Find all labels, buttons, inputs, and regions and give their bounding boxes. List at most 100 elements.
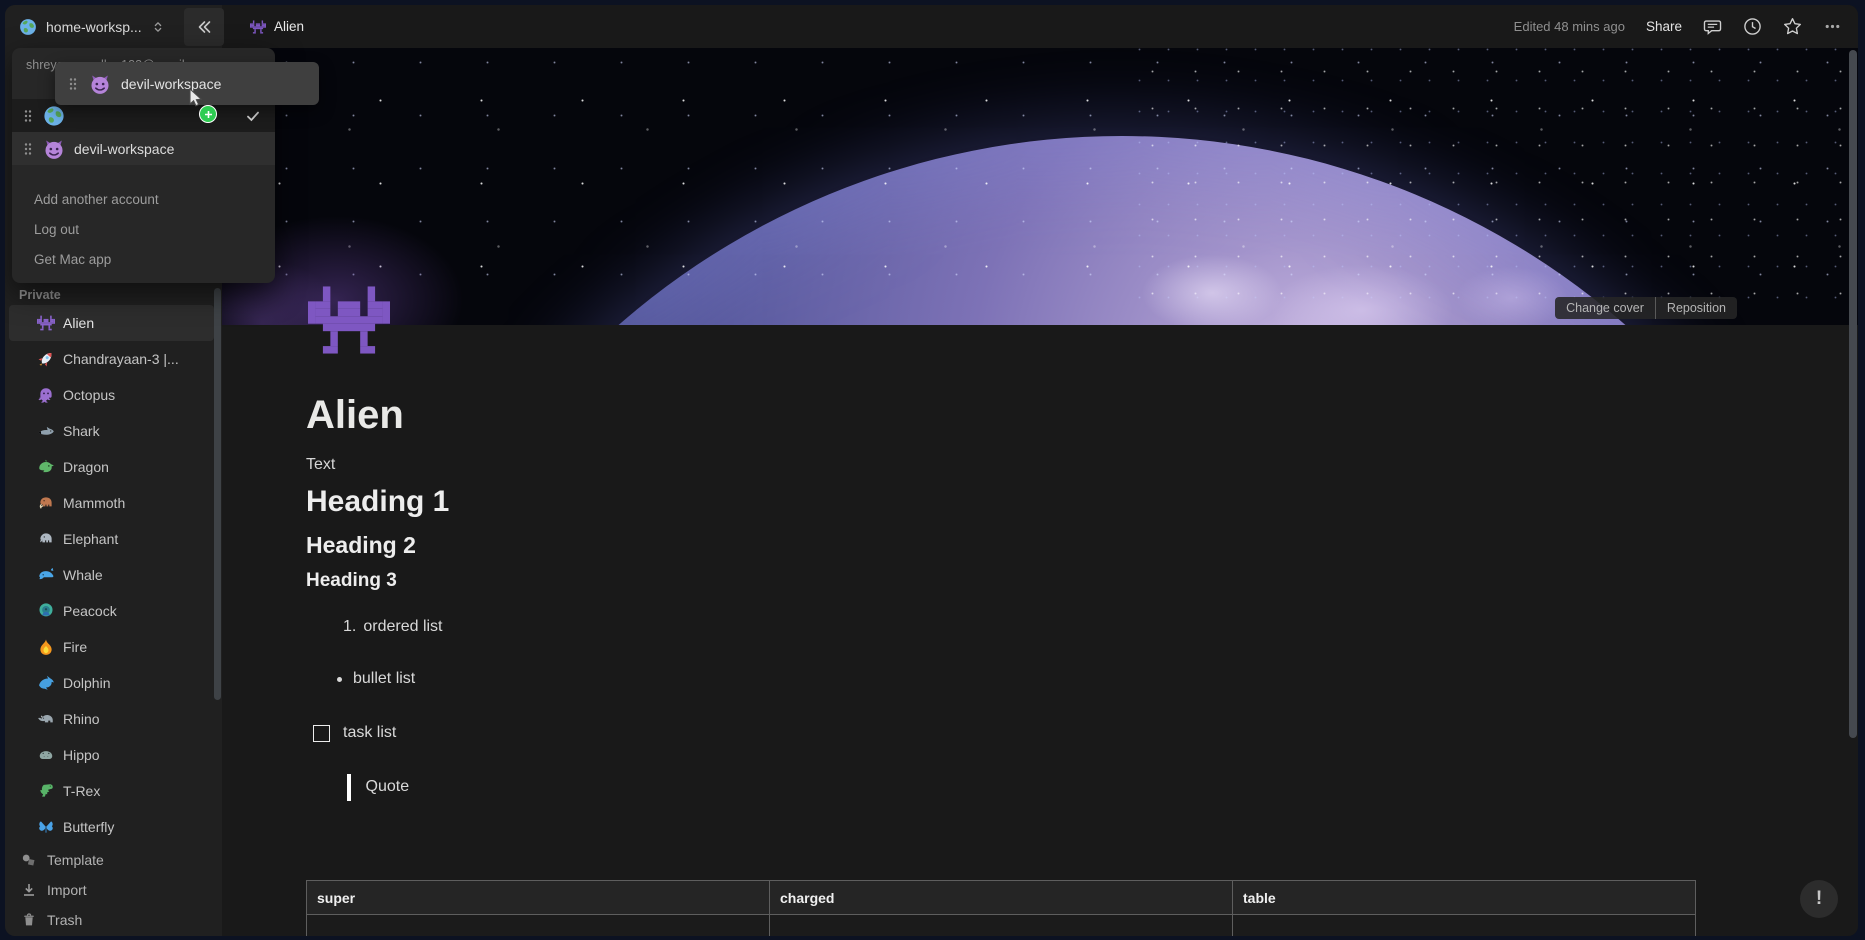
table-header-cell[interactable]: super [306,880,770,915]
sidebar-page-fire[interactable]: Fire [9,629,214,665]
page-icon-alien[interactable] [308,285,390,355]
sidebar-trash-button[interactable]: Trash [5,905,222,935]
sidebar-page-chandrayaan-3[interactable]: Chandrayaan-3 |... [9,341,214,377]
add-page-icon[interactable] [190,315,206,331]
rhino-icon [37,710,55,728]
share-button[interactable]: Share [1646,19,1682,34]
peacock-icon [37,602,55,620]
text-block[interactable]: Text [306,455,1858,475]
sidebar-page-butterfly[interactable]: Butterfly [9,809,214,845]
dolphin-icon [37,674,55,692]
add-page-icon[interactable] [190,531,206,547]
chevron-right-icon[interactable] [17,459,33,475]
octopus-icon [37,386,55,404]
sidebar-page-elephant[interactable]: Elephant [9,521,214,557]
comments-icon[interactable] [1703,17,1722,36]
quote-block[interactable]: Quote [347,772,1858,802]
table-cell[interactable] [769,914,1233,936]
chevron-right-icon[interactable] [17,639,33,655]
chevron-right-icon[interactable] [17,819,33,835]
rocket-icon [37,350,55,368]
chevron-right-icon[interactable] [17,567,33,583]
sidebar-page-octopus[interactable]: Octopus [9,377,214,413]
more-options-icon[interactable] [1823,17,1842,36]
chevron-right-icon[interactable] [17,423,33,439]
workspace-row-devil[interactable]: devil-workspace [12,132,275,165]
chevron-right-icon[interactable] [17,495,33,511]
dragged-workspace-card[interactable]: devil-workspace [55,62,319,105]
add-page-icon[interactable] [190,495,206,511]
heading1-block[interactable]: Heading 1 [306,483,1858,521]
sidebar-page-t-rex[interactable]: T-Rex [9,773,214,809]
double-chevron-left-icon [195,18,213,36]
hippo-icon [37,746,55,764]
sidebar-page-hippo[interactable]: Hippo [9,737,214,773]
drag-handle-icon[interactable] [22,108,34,124]
add-page-icon[interactable] [190,783,206,799]
sidebar-template-button[interactable]: Template [5,845,222,875]
task-checkbox[interactable] [313,724,330,742]
main-scrollbar[interactable] [1849,50,1857,738]
sidebar-page-shark[interactable]: Shark [9,413,214,449]
help-button[interactable]: ! [1800,880,1838,918]
add-page-icon[interactable] [190,639,206,655]
sidebar-scrollbar[interactable] [214,288,221,700]
heading2-block[interactable]: Heading 2 [306,530,1858,560]
sidebar-page-dragon[interactable]: Dragon [9,449,214,485]
add-page-icon[interactable] [190,423,206,439]
simple-table[interactable]: super charged table [306,880,1696,936]
account-menu-log-out[interactable]: Log out [12,214,275,244]
chevron-right-icon[interactable] [17,783,33,799]
table-cell[interactable] [1232,914,1696,936]
add-page-icon[interactable] [190,675,206,691]
add-page-icon[interactable] [190,603,206,619]
mammoth-icon [37,494,55,512]
chevron-right-icon[interactable] [17,351,33,367]
sidebar-page-mammoth[interactable]: Mammoth [9,485,214,521]
add-page-icon[interactable] [190,351,206,367]
bullet-list-item[interactable]: bullet list [337,666,1858,692]
sidebar-import-button[interactable]: Import [5,875,222,905]
sidebar-page-peacock[interactable]: Peacock [9,593,214,629]
add-page-icon[interactable] [190,711,206,727]
checkmark-icon [245,108,261,124]
sidebar-page-dolphin[interactable]: Dolphin [9,665,214,701]
change-cover-button[interactable]: Change cover [1555,297,1655,319]
add-page-icon[interactable] [190,567,206,583]
sidebar-page-rhino[interactable]: Rhino [9,701,214,737]
chevron-right-icon[interactable] [17,387,33,403]
workspace-switcher[interactable]: home-worksp... [5,5,165,48]
page-content: Change cover Reposition Alien Text Headi… [222,48,1858,936]
add-page-icon[interactable] [190,459,206,475]
chevron-right-icon[interactable] [17,711,33,727]
history-icon[interactable] [1743,17,1762,36]
sidebar-page-list: Private Alien Chandrayaan-3 |... Octopus… [5,288,222,935]
chevron-right-icon[interactable] [17,315,33,331]
chevron-right-icon[interactable] [17,675,33,691]
table-cell[interactable] [306,914,770,936]
sidebar-page-alien[interactable]: Alien [9,305,214,341]
drag-handle-icon[interactable] [22,141,34,157]
account-menu-get-mac-app[interactable]: Get Mac app [12,244,275,274]
table-header-cell[interactable]: table [1232,880,1696,915]
sidebar-page-whale[interactable]: Whale [9,557,214,593]
heading3-block[interactable]: Heading 3 [306,568,1858,594]
add-page-icon[interactable] [190,387,206,403]
devil-icon [89,73,111,95]
table-header-cell[interactable]: charged [769,880,1233,915]
collapse-sidebar-button[interactable] [184,8,224,46]
add-page-icon[interactable] [190,747,206,763]
tab-alien[interactable]: Alien [250,19,304,35]
chevron-right-icon[interactable] [17,531,33,547]
bullet-dot [337,676,342,682]
favorite-star-icon[interactable] [1783,17,1802,36]
ordered-list-item[interactable]: 1. ordered list [343,614,1858,640]
whale-icon [37,566,55,584]
reposition-button[interactable]: Reposition [1654,297,1737,319]
task-list-item[interactable]: task list [313,720,1858,746]
page-title[interactable]: Alien [306,392,1858,438]
chevron-right-icon[interactable] [17,603,33,619]
add-page-icon[interactable] [190,819,206,835]
chevron-right-icon[interactable] [17,747,33,763]
account-menu-add-another-account[interactable]: Add another account [12,184,275,214]
